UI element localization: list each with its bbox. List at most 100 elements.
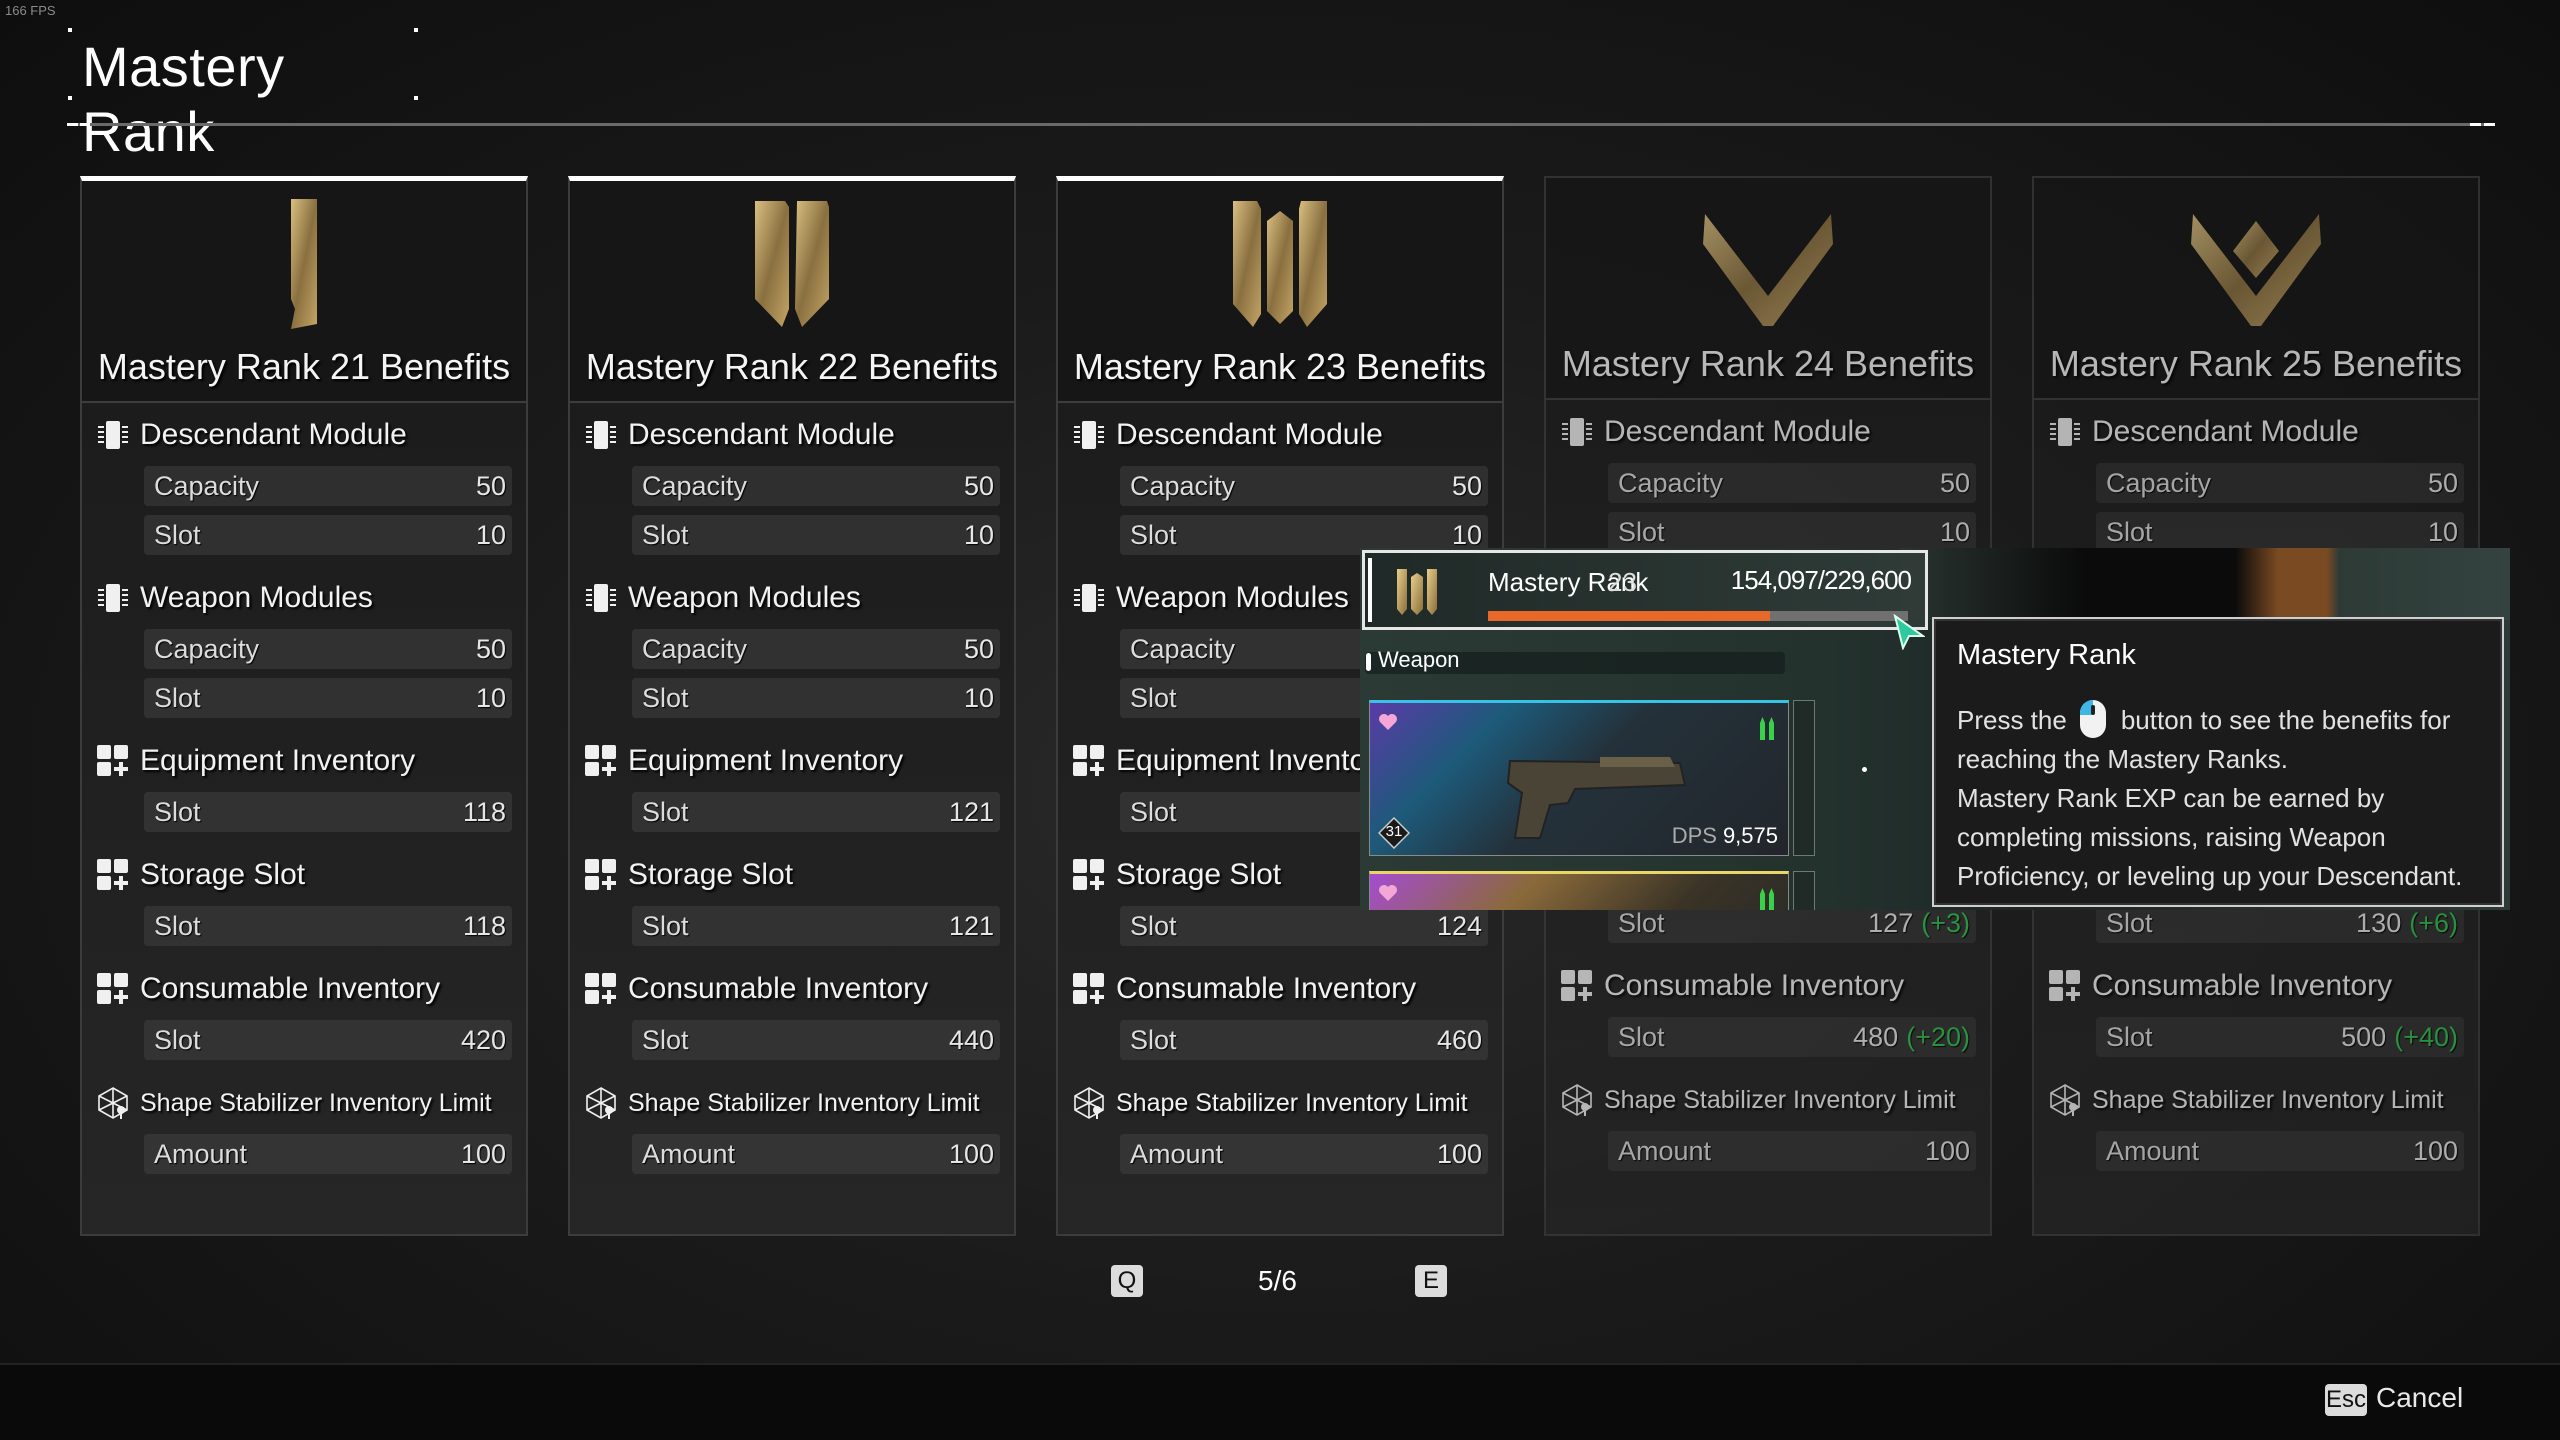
module-chip-icon (584, 418, 618, 452)
next-page-key[interactable]: E (1415, 1265, 1447, 1297)
favorite-heart-icon (1379, 885, 1397, 901)
benefit-value: 440 (948, 1024, 994, 1055)
benefit-bonus: (+20) (1906, 1021, 1970, 1052)
benefit-key: Slot (2106, 1021, 2153, 1052)
page-title: Mastery Rank (82, 35, 285, 163)
benefit-row: Slot 124 (1120, 906, 1488, 946)
section-header: Shape Stabilizer Inventory Limit (1072, 1081, 1488, 1125)
shape-stabilizer-icon (2048, 1083, 2082, 1117)
benefit-row: Capacity 50 (1120, 466, 1488, 506)
scroll-indicator (1862, 767, 1867, 772)
benefit-row: Slot 460 (1120, 1020, 1488, 1060)
section-label: Weapon Modules (140, 581, 373, 614)
benefit-value: 130 (2356, 907, 2402, 938)
benefit-row: Slot 440 (632, 1020, 1000, 1060)
benefit-value: 420 (460, 1024, 506, 1055)
benefit-key: Capacity (1618, 467, 1724, 498)
weapon-side-slot (1793, 871, 1815, 910)
module-chip-icon (96, 581, 130, 615)
benefit-row: Slot 10 (632, 515, 1000, 555)
benefit-row: Amount 100 (144, 1134, 512, 1174)
section-header: Consumable Inventory (1072, 967, 1488, 1011)
section-header: Storage Slot (584, 853, 1000, 897)
favorite-heart-icon (1379, 714, 1397, 730)
section-header: Consumable Inventory (2048, 964, 2464, 1008)
rank-three-icon (1397, 569, 1437, 615)
benefit-section: Descendant Module Capacity 50 Slot 10 (584, 413, 1000, 555)
weapon-side-slot (1793, 700, 1815, 856)
benefit-key: Slot (1130, 910, 1177, 941)
benefit-value: 118 (462, 910, 506, 941)
benefit-value-wrap: 440 (949, 1025, 994, 1056)
card-title: Mastery Rank 22 Benefits (585, 346, 999, 387)
benefit-row: Capacity 50 (632, 629, 1000, 669)
benefit-value: 50 (2427, 467, 2458, 498)
benefit-value-wrap: 50 (476, 471, 506, 502)
mastery-rank-banner[interactable]: Mastery Rank 23 154,097/229,600 (1362, 550, 1928, 630)
benefit-key: Slot (1618, 516, 1665, 547)
weapon-card[interactable] (1369, 871, 1789, 910)
benefit-value-wrap: 127 (+3) (1868, 908, 1970, 939)
corner-dot (414, 28, 418, 32)
benefit-value-wrap: 100 (2413, 1136, 2458, 1167)
benefit-section: Consumable Inventory Slot 460 (1072, 967, 1488, 1060)
module-chip-icon (584, 581, 618, 615)
benefit-row: Slot 121 (632, 792, 1000, 832)
benefit-row: Slot 480 (+20) (1608, 1017, 1976, 1057)
benefit-value-wrap: 100 (1925, 1136, 1970, 1167)
header-divider-dash (67, 123, 78, 126)
section-label: Storage Slot (628, 858, 794, 891)
esc-key[interactable]: Esc (2325, 1384, 2367, 1416)
module-chip-icon (1072, 418, 1106, 452)
inventory-grid-plus-icon (2048, 969, 2082, 1003)
section-label: Storage Slot (140, 858, 306, 891)
benefit-bonus: (+40) (2394, 1021, 2458, 1052)
benefit-row: Slot 10 (144, 678, 512, 718)
benefit-row: Amount 100 (632, 1134, 1000, 1174)
benefit-section: Consumable Inventory Slot 480 (+20) (1560, 964, 1976, 1057)
scene-backdrop (1900, 548, 2510, 620)
weapon-card[interactable]: 31 DPS 9,575 (1369, 700, 1789, 856)
exp-bar (1488, 611, 1908, 621)
section-header: Storage Slot (96, 853, 512, 897)
section-label: Shape Stabilizer Inventory Limit (1116, 1088, 1468, 1117)
section-header: Equipment Inventory (96, 739, 512, 783)
section-label: Descendant Module (2092, 415, 2359, 448)
chevron-v-emblem (1703, 214, 1833, 326)
benefit-row: Amount 100 (2096, 1131, 2464, 1171)
benefit-key: Slot (1618, 1021, 1665, 1052)
benefit-value: 100 (948, 1138, 994, 1169)
page-indicator: 5/6 (1258, 1265, 1297, 1296)
corner-dot (68, 96, 72, 100)
benefit-row: Slot 118 (144, 792, 512, 832)
benefit-value: 50 (963, 470, 994, 501)
benefit-section: Storage Slot Slot 118 (96, 853, 512, 946)
section-label: Descendant Module (628, 418, 895, 451)
tooltip-text: Press the (1957, 705, 2067, 735)
benefit-section: Weapon Modules Capacity 50 Slot 10 (584, 576, 1000, 718)
benefit-key: Capacity (1130, 633, 1236, 664)
section-header: Descendant Module (584, 413, 1000, 457)
card-header: Mastery Rank 23 Benefits (1058, 181, 1502, 403)
weapon-dps: DPS 9,575 (1672, 823, 1778, 849)
roman-numeral-one-emblem (291, 199, 317, 329)
benefit-value-wrap: 10 (476, 520, 506, 551)
tooltip-title: Mastery Rank (1957, 639, 2136, 671)
benefit-key: Slot (642, 1024, 689, 1055)
cancel-button[interactable]: Cancel (2376, 1382, 2463, 1414)
weapon-image (1506, 757, 1687, 839)
inventory-grid-plus-icon (584, 744, 618, 778)
benefit-value: 500 (2341, 1021, 2387, 1052)
tooltip-text: Mastery Rank EXP can be earned by comple… (1957, 783, 2463, 891)
benefit-key: Slot (1130, 796, 1177, 827)
benefit-row: Slot 10 (1608, 512, 1976, 552)
benefit-value: 127 (1868, 907, 1914, 938)
benefit-section: Shape Stabilizer Inventory Limit Amount 10… (96, 1081, 512, 1174)
section-header: Shape Stabilizer Inventory Limit (1560, 1078, 1976, 1122)
benefit-value: 100 (460, 1138, 506, 1169)
weapon-level: 31 (1385, 823, 1403, 840)
benefit-section: Shape Stabilizer Inventory Limit Amount 10… (1072, 1081, 1488, 1174)
benefit-section: Consumable Inventory Slot 440 (584, 967, 1000, 1060)
prev-page-key[interactable]: Q (1111, 1265, 1143, 1297)
shape-stabilizer-icon (96, 1086, 130, 1120)
